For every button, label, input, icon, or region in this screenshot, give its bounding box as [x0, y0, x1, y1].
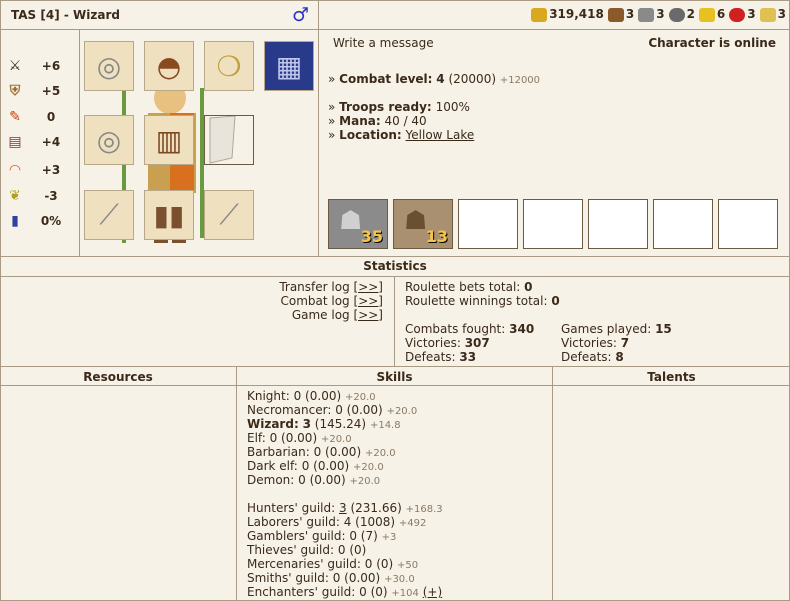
combat-log-link[interactable]: [>>]: [354, 294, 383, 308]
sulfur-icon: [698, 7, 715, 22]
dagger-icon: ⟋: [219, 198, 239, 231]
cloak-slot[interactable]: [204, 115, 254, 165]
male-gender-icon: ♂: [292, 4, 310, 26]
unit-slot-4[interactable]: [523, 199, 583, 249]
games-played: Games played: 15: [561, 322, 672, 336]
wood-resource: 3: [607, 7, 634, 22]
resources-bar: 319,418 3 3 2 6 3 3: [531, 7, 786, 22]
boots-icon: ▮▮: [153, 198, 185, 232]
sword-icon: ⟋: [99, 198, 119, 231]
transfer-log-link[interactable]: [>>]: [354, 280, 383, 294]
ore-resource: 3: [638, 7, 665, 22]
game-defeats: Defeats: 8: [561, 350, 624, 364]
stat-luck: ◠ +3: [6, 161, 76, 179]
spellbook-slot[interactable]: ▦: [264, 41, 314, 91]
crystal-resource: 3: [729, 7, 756, 22]
divider: [318, 0, 319, 256]
spellbook-icon: ▦: [275, 49, 303, 83]
helmet-icon: ◓: [156, 49, 182, 83]
morale-icon: ❦: [9, 188, 21, 204]
combat-victories: Victories: 307: [405, 336, 490, 350]
statistics-heading: Statistics: [363, 259, 427, 273]
unit-slot-6[interactable]: [653, 199, 713, 249]
location-line: » Location: Yellow Lake: [328, 128, 475, 142]
guild-enchanters: Enchanters' guild: 0 (0) +104 (+): [247, 585, 443, 599]
amulet-icon: ❍: [216, 49, 242, 83]
divider: [0, 276, 790, 277]
stat-knowledge: ▤ +4: [6, 133, 76, 151]
combats-fought: Combats fought: 340: [405, 322, 535, 336]
unit-slot-7[interactable]: [718, 199, 778, 249]
talents-heading: Talents: [647, 370, 696, 384]
ring-slot-2[interactable]: ◎: [84, 115, 134, 165]
transfer-log-row: Transfer log [>>]: [279, 280, 383, 294]
luck-icon: ◠: [9, 162, 21, 178]
mana-line: » Mana: 40 / 40: [328, 114, 427, 128]
divider: [0, 256, 790, 257]
ring-slot[interactable]: ◎: [84, 41, 134, 91]
boots-slot[interactable]: ▮▮: [144, 190, 194, 240]
combat-log-row: Combat log [>>]: [280, 294, 383, 308]
leather-armor-icon: ▥: [155, 123, 183, 157]
divider: [236, 366, 237, 601]
enchanters-plus-link[interactable]: (+): [423, 585, 442, 599]
defense-icon: ⛨: [9, 83, 21, 99]
game-victories: Victories: 7: [561, 336, 630, 350]
crystal-icon: [729, 7, 746, 22]
ore-icon: [638, 7, 655, 22]
gems-resource: 3: [759, 7, 786, 22]
gold-icon: [531, 7, 548, 22]
guild-thieves: Thieves' guild: 0 (0): [247, 543, 367, 557]
gargoyle-unit-icon: ☗: [339, 206, 363, 236]
resources-heading: Resources: [83, 370, 153, 384]
gold-resource: 319,418: [531, 7, 604, 22]
stat-attack: ⚔ +6: [6, 57, 76, 75]
mercury-icon: [668, 7, 685, 22]
weapon-slot[interactable]: ⟋: [84, 190, 134, 240]
game-log-row: Game log [>>]: [291, 308, 383, 322]
initiative-icon: ▮: [11, 213, 19, 229]
armor-slot[interactable]: ▥: [144, 115, 194, 165]
divider: [552, 366, 553, 601]
stat-defense: ⛨ +5: [6, 82, 76, 100]
mercury-resource: 2: [668, 7, 695, 22]
amulet-slot[interactable]: ❍: [204, 41, 254, 91]
divider: [0, 366, 790, 367]
attack-icon: ⚔: [8, 58, 22, 74]
unit-slot-1[interactable]: ☗ 35: [328, 199, 388, 249]
unit-slot-3[interactable]: [458, 199, 518, 249]
knowledge-icon: ▤: [8, 134, 22, 150]
divider: [0, 385, 790, 386]
skills-heading: Skills: [376, 370, 413, 384]
helmet-slot[interactable]: ◓: [144, 41, 194, 91]
ring-icon: ◎: [96, 49, 122, 83]
sulfur-resource: 6: [698, 7, 725, 22]
offhand-slot[interactable]: ⟋: [204, 190, 254, 240]
wood-icon: [607, 7, 624, 22]
game-log-link[interactable]: [>>]: [354, 308, 383, 322]
stat-initiative: ▮ 0%: [6, 212, 76, 230]
divider: [394, 276, 395, 366]
combat-level-line: » Combat level: 4 (20000) +12000: [328, 72, 541, 86]
stat-spellpower: ✎ 0: [6, 108, 76, 126]
troops-line: » Troops ready: 100%: [328, 100, 470, 114]
spellpower-icon: ✎: [9, 109, 21, 125]
divider: [79, 29, 80, 256]
skill-demon: Demon: 0 (0.00) +20.0: [247, 473, 381, 487]
unit-slot-5[interactable]: [588, 199, 648, 249]
stat-morale: ❦ -3: [6, 187, 76, 205]
character-title: TAS [4] - Wizard: [11, 8, 120, 22]
golem-unit-icon: ☗: [404, 206, 428, 236]
location-link[interactable]: Yellow Lake: [406, 128, 475, 142]
ring-icon: ◎: [96, 123, 122, 157]
write-message-link[interactable]: Write a message: [333, 36, 434, 50]
online-status: Character is online: [648, 36, 776, 50]
hunters-guild-link[interactable]: 3: [339, 501, 347, 515]
roulette-bets: Roulette bets total: 0: [405, 280, 533, 294]
combat-defeats: Defeats: 33: [405, 350, 477, 364]
gems-icon: [759, 7, 776, 22]
roulette-winnings: Roulette winnings total: 0: [405, 294, 560, 308]
unit-slot-2[interactable]: ☗ 13: [393, 199, 453, 249]
divider: [0, 29, 790, 30]
